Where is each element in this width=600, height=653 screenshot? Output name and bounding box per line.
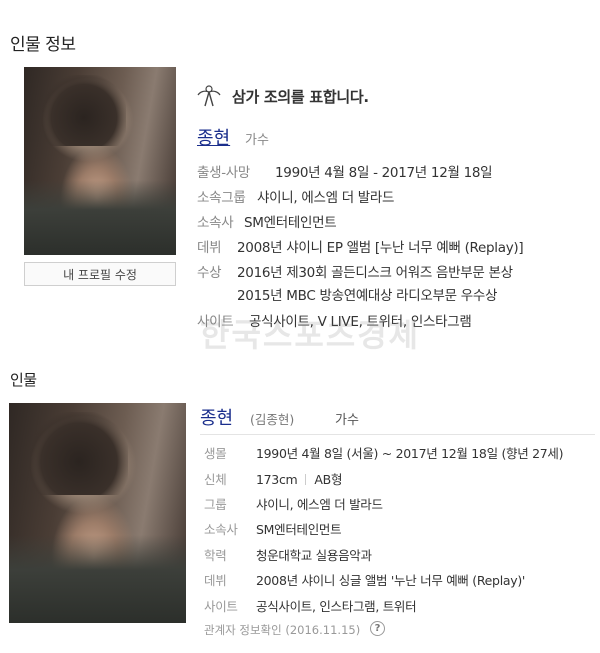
row-label: 데뷔 (197, 240, 222, 256)
agency-link[interactable]: SM엔터테인먼트 (256, 519, 342, 538)
occupation: 가수 (245, 133, 269, 148)
group-links[interactable]: 샤이니, 에스엠 더 발라드 (257, 186, 394, 206)
row-label: 그룹 (204, 497, 227, 512)
agency-link[interactable]: SM엔터테인먼트 (244, 211, 337, 231)
row-label: 신체 (204, 472, 227, 487)
mourning-ribbon-icon (197, 85, 221, 107)
row-label: 데뷔 (204, 573, 227, 588)
row-value: 2015년 MBC 방송연예대상 라디오부문 우수상 (237, 288, 498, 304)
row-label: 수상 (197, 265, 222, 281)
row-label: 출생-사망 (197, 165, 251, 181)
site-links[interactable]: 공식사이트, 인스타그램, 트위터 (256, 596, 417, 615)
edit-profile-button[interactable]: 내 프로필 수정 (24, 262, 176, 286)
divider (200, 434, 595, 435)
mourning-message: 삼가 조의를 표합니다. (232, 88, 369, 106)
section-title: 인물 정보 (10, 35, 76, 55)
profile-photo[interactable] (24, 67, 176, 255)
blood-type-value: AB형 (314, 472, 343, 487)
row-label: 생몰 (204, 446, 227, 461)
row-label: 소속그룹 (197, 190, 246, 206)
separator (305, 474, 307, 485)
row-value: 2008년 샤이니 싱글 앨범 '누난 너무 예뻐 (Replay)' (256, 573, 526, 588)
education-link[interactable]: 청운대학교 실용음악과 (256, 545, 372, 564)
row-value: 2016년 제30회 골든디스크 어워즈 음반부문 본상 (237, 265, 513, 281)
row-value: 173cm AB형 (256, 469, 342, 488)
row-label: 학력 (204, 548, 227, 563)
height-value: 173cm (256, 472, 298, 487)
group-links[interactable]: 샤이니, 에스엠 더 발라드 (256, 494, 383, 513)
row-value: 1990년 4월 8일 (서울) ~ 2017년 12월 18일 (향년 27세… (256, 446, 564, 461)
row-label: 소속사 (204, 522, 238, 537)
verification-note: 관계자 정보확인 (2016.11.15) (204, 623, 361, 637)
row-label: 사이트 (204, 599, 238, 614)
profile-photo-2[interactable] (9, 403, 186, 623)
row-value: 2008년 샤이니 EP 앨범 [누난 너무 예뻐 (Replay)] (237, 240, 524, 256)
section-title: 인물 (10, 371, 37, 389)
person-name-link[interactable]: 종현 (197, 124, 230, 150)
help-icon[interactable]: ? (370, 621, 385, 636)
full-name: (김종현) (250, 412, 295, 427)
person-name[interactable]: 종현 (200, 404, 233, 430)
watermark: 한국스포츠경제 (200, 316, 421, 354)
row-value: 1990년 4월 8일 - 2017년 12월 18일 (275, 165, 493, 181)
row-label: 소속사 (197, 215, 234, 231)
occupation: 가수 (335, 413, 359, 428)
